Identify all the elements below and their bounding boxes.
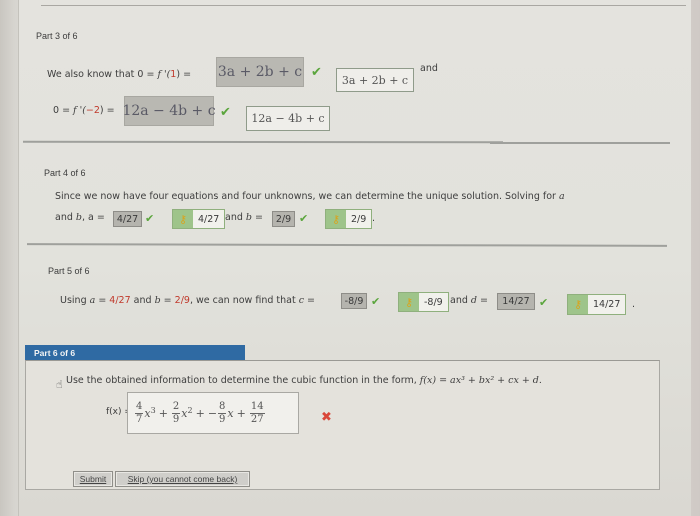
part5-using: Using <box>60 295 90 306</box>
plus: + <box>158 406 168 420</box>
part5-b-val: 2/9 <box>174 295 190 306</box>
t2-exp: 2 <box>187 405 193 415</box>
t1-den: 7 <box>136 413 143 425</box>
part4-sentence: Since we now have four equations and fou… <box>55 191 565 202</box>
part5-c-field[interactable]: -8/9 <box>341 293 367 309</box>
part5-and: and <box>130 295 155 306</box>
key-icon: ⚷ <box>399 293 419 311</box>
check-icon: ✔ <box>145 212 155 225</box>
term-1: 47x3 <box>134 401 156 426</box>
part5-rest: , we can now find that <box>189 295 299 306</box>
part3-answer2-field[interactable]: 12a − 4b + c <box>122 96 216 126</box>
part3-line1-prefix: We also know that 0 = <box>47 69 158 80</box>
part4-b-correct-value: 2/9 <box>351 213 367 225</box>
part4-and-b: and <box>225 212 246 223</box>
part4-a-correct-value: 4/27 <box>198 213 220 225</box>
t2-den: 9 <box>172 413 180 425</box>
key-icon: ⚷ <box>568 295 588 314</box>
divider <box>490 142 670 144</box>
part4-label: Part 4 of 6 <box>44 168 86 178</box>
t3-minus: − <box>207 406 218 420</box>
part5-d-field[interactable]: 14/27 <box>497 293 535 310</box>
part4-a-eq: , a = <box>82 212 105 223</box>
part3-label: Part 3 of 6 <box>36 31 78 41</box>
part4-sentence-text: Since we now have four equations and fou… <box>55 191 556 202</box>
part3-correct1-box: 3a + 2b + c <box>336 68 414 92</box>
t3-num: 8 <box>218 400 227 414</box>
incorrect-x-icon: ✖ <box>321 410 332 425</box>
part5-sentence: Using a = 4/27 and b = 2/9, we can now f… <box>60 295 315 306</box>
part3-line2-close: ) = <box>99 105 115 116</box>
part4-and-text: and <box>55 212 76 223</box>
t1-exp: 3 <box>150 405 156 415</box>
key-icon: ⚷ <box>326 210 346 228</box>
part5-d-correct-value: 14/27 <box>593 299 621 310</box>
check-icon: ✔ <box>220 105 231 120</box>
part5-period: . <box>632 299 636 310</box>
part5-eq: = <box>95 295 110 306</box>
part6-instruction-text: Use the obtained information to determin… <box>66 375 420 386</box>
part4-b-field[interactable]: 2/9 <box>272 211 295 227</box>
key-icon: ⚷ <box>173 210 193 228</box>
part3-correct2-box: 12a − 4b + c <box>246 106 330 131</box>
t3-den: 9 <box>219 413 226 425</box>
t4-den: 27 <box>250 413 264 425</box>
skip-button[interactable]: Skip (you cannot come back) <box>115 471 250 487</box>
part4-var-a: a <box>558 191 565 202</box>
part5-eq4: = <box>477 295 488 306</box>
part3-line1: We also know that 0 = f '(1) = <box>47 69 191 80</box>
part3-line1-close: ) = <box>176 69 192 80</box>
part4-a-field[interactable]: 4/27 <box>113 211 142 227</box>
part5-c-correct: ⚷ -8/9 <box>398 292 449 312</box>
check-icon: ✔ <box>299 212 309 225</box>
part5-and-d: and <box>450 295 471 306</box>
divider <box>22 140 504 144</box>
top-divider <box>41 5 686 6</box>
part5-label: Part 5 of 6 <box>48 266 90 276</box>
term-3: − 89x <box>208 401 234 426</box>
check-icon: ✔ <box>311 65 322 80</box>
part6-instruction: Use the obtained information to determin… <box>66 375 542 386</box>
part5-d-correct: ⚷ 14/27 <box>567 294 627 315</box>
part3-line1-func: f '( <box>157 69 171 80</box>
part5-eq2: = <box>160 295 175 306</box>
hand-cursor-icon: ☝ <box>56 378 63 391</box>
check-icon: ✔ <box>371 295 381 308</box>
part4-b-correct: ⚷ 2/9 <box>325 209 373 229</box>
t3-var: x <box>227 406 234 420</box>
plus: + <box>236 406 246 420</box>
term-2: 29x2 <box>171 401 193 426</box>
part5-eq3: = <box>304 295 316 306</box>
submit-button[interactable]: Submit <box>73 471 113 487</box>
part5-a-val: 4/27 <box>109 295 131 306</box>
part5-d-label: and d = <box>450 295 488 306</box>
part4-line2: and b, a = <box>55 212 105 223</box>
t4-num: 14 <box>249 400 265 414</box>
t2-num: 2 <box>171 400 181 414</box>
part6-form: f(x) = ax³ + bx² + cx + d. <box>419 375 542 386</box>
plus: + <box>195 406 205 420</box>
part3-line2-prefix: 0 = <box>53 105 74 116</box>
part4-period: . <box>372 213 376 224</box>
part3-answer1-field[interactable]: 3a + 2b + c <box>216 57 304 87</box>
part4-a-correct: ⚷ 4/27 <box>172 209 226 229</box>
part6-answer-field[interactable]: 47x3 + 29x2 + − 89x + 14 27 <box>127 392 299 434</box>
term-4: 14 27 <box>249 401 266 426</box>
check-icon: ✔ <box>539 296 549 309</box>
part3-line2-func: f '( <box>73 105 86 116</box>
t1-num: 4 <box>135 400 144 414</box>
part3-line2: 0 = f '(−2) = <box>53 105 115 116</box>
part6-header: Part 6 of 6 <box>25 345 245 360</box>
part3-line2-arg: −2 <box>85 105 100 116</box>
part4-b-label: and b = <box>225 212 263 223</box>
part5-c-correct-value: -8/9 <box>424 296 443 308</box>
part3-and-text: and <box>420 63 438 74</box>
